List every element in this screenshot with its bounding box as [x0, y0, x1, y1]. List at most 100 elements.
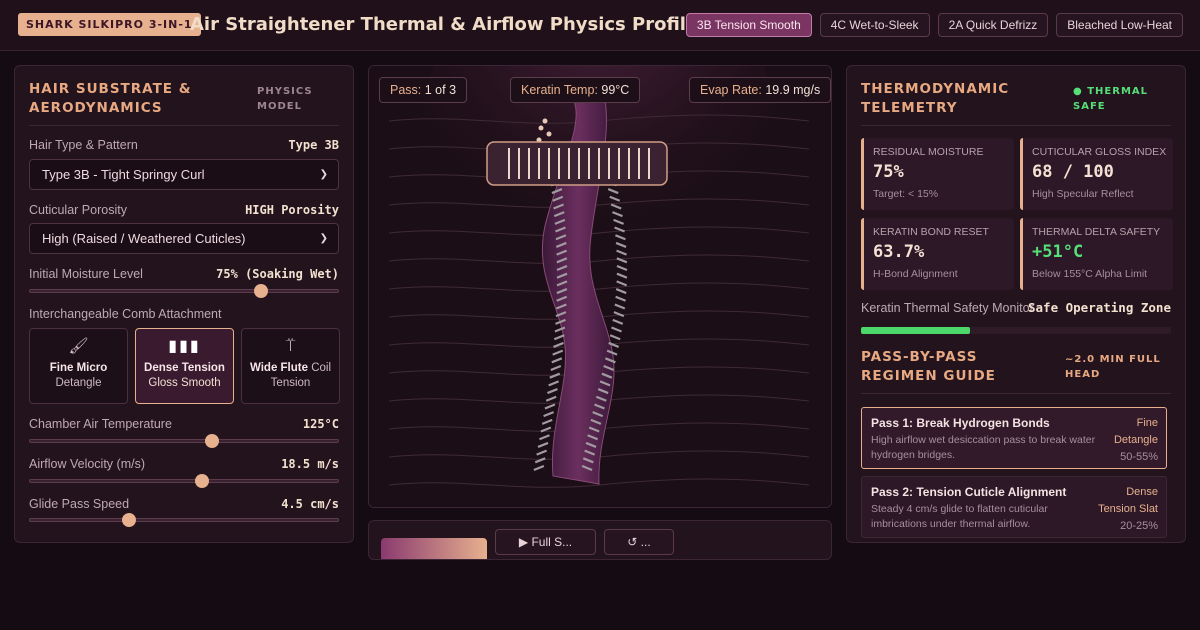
comb-name-tail: Coil: [311, 362, 332, 374]
moisture-slider-thumb[interactable]: [254, 284, 268, 298]
evap-rate-label: Evap Rate:: [700, 83, 762, 97]
airflow-slider[interactable]: [29, 474, 339, 488]
thermal-status: ● THERMAL SAFE: [1073, 84, 1173, 114]
panel-header: HAIR SUBSTRATE & AERODYNAMICS PHYSICS MO…: [29, 80, 339, 126]
hair-type-row: Hair Type & Pattern Type 3B: [29, 138, 339, 156]
pass-desc: High airflow wet desiccation pass to bre…: [871, 434, 1096, 461]
pass-1-card[interactable]: Pass 1: Break Hydrogen Bonds High airflo…: [861, 407, 1167, 469]
metric-sub: Target: < 15%: [873, 188, 939, 200]
run-pass-button[interactable]: [381, 538, 487, 559]
temperature-slider[interactable]: [29, 434, 339, 448]
glide-slider-thumb[interactable]: [121, 513, 136, 527]
steam-particle: [542, 118, 548, 124]
hair-type-selected: Type 3B - Tight Springy Curl: [42, 167, 205, 182]
hair-type-value: Type 3B: [288, 138, 339, 152]
moisture-slider[interactable]: [29, 284, 339, 298]
pass-title: Pass 1: Break Hydrogen Bonds: [871, 416, 1050, 430]
comb-sub: Tension: [270, 377, 311, 389]
metric-value: 68 / 100: [1032, 162, 1114, 182]
safety-monitor-value: Safe Operating Zone: [1028, 300, 1171, 315]
preset-3b-tension-smooth[interactable]: 3B Tension Smooth: [685, 13, 812, 37]
keratin-temp-label: Keratin Temp:: [521, 83, 598, 97]
temperature-slider-thumb[interactable]: [204, 434, 219, 448]
pass-2-card[interactable]: Pass 2: Tension Cuticle Alignment Steady…: [861, 476, 1167, 538]
guide-title: PASS-BY-PASS REGIMEN GUIDE: [861, 349, 996, 384]
full-sequence-button[interactable]: ▶ Full S...: [495, 529, 596, 555]
comb-name: Wide Flute: [249, 362, 309, 374]
preset-4c-wet-to-sleek[interactable]: 4C Wet-to-Sleek: [819, 13, 930, 37]
comb-wide-flute[interactable]: ⍡ Wide Flute Coil Tension: [241, 328, 340, 404]
pass-label: Pass:: [390, 83, 422, 97]
comb-sub: Detangle: [55, 377, 102, 389]
porosity-select[interactable]: High (Raised / Weathered Cuticles) ❯: [29, 223, 339, 254]
simulation-controls: ▶ Full S... ↺ ...: [368, 520, 832, 560]
airflow-value: 18.5 m/s: [281, 457, 339, 471]
evap-rate-value: 19.9 mg/s: [765, 83, 821, 97]
pass-readout: Pass: 1 of 3: [379, 77, 468, 103]
chevron-down-icon: ❯: [319, 233, 328, 244]
chevron-down-icon: ❯: [319, 169, 328, 180]
temperature-row: Chamber Air Temperature 125°C: [29, 417, 339, 435]
metric-value: +51°C: [1032, 242, 1084, 262]
airflow-label: Airflow Velocity (m/s): [29, 457, 145, 471]
physics-model-tag: PHYSICS MODEL: [257, 86, 313, 112]
pass-comb-2: Detangle: [1113, 434, 1158, 446]
comb-sub: Gloss Smooth: [148, 377, 221, 389]
temperature-label: Chamber Air Temperature: [29, 417, 172, 431]
thermal-delta-card: THERMAL DELTA SAFETY +51°C Below 155°C A…: [1020, 218, 1173, 290]
comb-attachment-group: 🖌 Fine Micro Detangle ▮▮▮ Dense Tension …: [29, 328, 340, 404]
steam-particle: [546, 131, 552, 137]
moisture-row: Initial Moisture Level 75% (Soaking Wet): [29, 267, 339, 285]
reset-button[interactable]: ↺ ...: [604, 529, 674, 555]
preset-bleached-low-heat[interactable]: Bleached Low-Heat: [1056, 13, 1183, 37]
panel-header: THERMODYNAMIC TELEMETRY ● THERMAL SAFE: [861, 80, 1171, 126]
safety-monitor-bar: [861, 327, 1171, 334]
pass-title: Pass 2: Tension Cuticle Alignment: [871, 485, 1067, 499]
steam-particle: [538, 125, 544, 131]
metric-label: THERMAL DELTA SAFETY: [1032, 226, 1161, 238]
preset-bar: 3B Tension Smooth 4C Wet-to-Sleek 2A Qui…: [685, 13, 1183, 37]
keratin-temp-readout: Keratin Temp: 99°C: [510, 77, 641, 103]
glide-slider[interactable]: [29, 513, 339, 527]
porosity-selected: High (Raised / Weathered Cuticles): [42, 231, 246, 246]
residual-moisture-card: RESIDUAL MOISTURE 75% Target: < 15%: [861, 138, 1014, 210]
thermal-status-text: THERMAL SAFE: [1073, 86, 1149, 112]
comb-name: Fine Micro: [49, 362, 108, 374]
pass-desc: Steady 4 cm/s glide to flatten cuticular…: [871, 503, 1048, 530]
metric-sub: High Specular Reflect: [1032, 188, 1134, 200]
pass-comb: Fine Detangle 50-55%: [1114, 415, 1158, 466]
moisture-label: Initial Moisture Level: [29, 267, 143, 281]
comb-fine-micro[interactable]: 🖌 Fine Micro Detangle: [29, 328, 128, 404]
guide-header: PASS-BY-PASS REGIMEN GUIDE ~2.0 MIN FULL…: [861, 348, 1171, 394]
gloss-index-card: CUTICULAR GLOSS INDEX 68 / 100 High Spec…: [1020, 138, 1173, 210]
comb-dense-tension[interactable]: ▮▮▮ Dense Tension Gloss Smooth: [135, 328, 234, 404]
panel-title: THERMODYNAMIC TELEMETRY: [861, 81, 1010, 116]
safety-monitor-label: Keratin Thermal Safety Monitor: [861, 301, 1034, 315]
pass-comb-1: Dense: [1126, 486, 1158, 498]
hair-type-label: Hair Type & Pattern: [29, 138, 138, 152]
evap-rate-readout: Evap Rate: 19.9 mg/s: [689, 77, 831, 103]
page-title: Air Straightener Thermal & Airflow Physi…: [190, 14, 708, 35]
porosity-label: Cuticular Porosity: [29, 203, 127, 217]
metric-value: 75%: [873, 162, 904, 182]
pass-comb-2: Tension Slat: [1098, 503, 1158, 515]
glide-row: Glide Pass Speed 4.5 cm/s: [29, 497, 339, 515]
metric-label: KERATIN BOND RESET: [873, 226, 989, 238]
metric-label: CUTICULAR GLOSS INDEX: [1032, 146, 1167, 158]
comb-attachment-row: Interchangeable Comb Attachment: [29, 307, 339, 325]
dense-comb-icon: ▮▮▮: [168, 338, 201, 355]
telemetry-panel: THERMODYNAMIC TELEMETRY ● THERMAL SAFE R…: [846, 65, 1186, 543]
preset-2a-quick-defrizz[interactable]: 2A Quick Defrizz: [937, 13, 1049, 37]
wide-flute-icon: ⍡: [285, 338, 296, 355]
hair-simulation-canvas: [369, 66, 831, 507]
hair-type-select[interactable]: Type 3B - Tight Springy Curl ❯: [29, 159, 339, 190]
metric-label: RESIDUAL MOISTURE: [873, 146, 984, 158]
metric-sub: Below 155°C Alpha Limit: [1032, 268, 1148, 280]
metric-value: 63.7%: [873, 242, 925, 262]
status-dot-icon: ●: [1073, 86, 1083, 97]
airflow-slider-thumb[interactable]: [195, 474, 210, 488]
airflow-row: Airflow Velocity (m/s) 18.5 m/s: [29, 457, 339, 475]
app-header: SHARK SILKIPRO 3-IN-1 Air Straightener T…: [0, 0, 1200, 51]
keratin-bond-card: KERATIN BOND RESET 63.7% H-Bond Alignmen…: [861, 218, 1014, 290]
pass-pct: 50-55%: [1120, 451, 1158, 463]
